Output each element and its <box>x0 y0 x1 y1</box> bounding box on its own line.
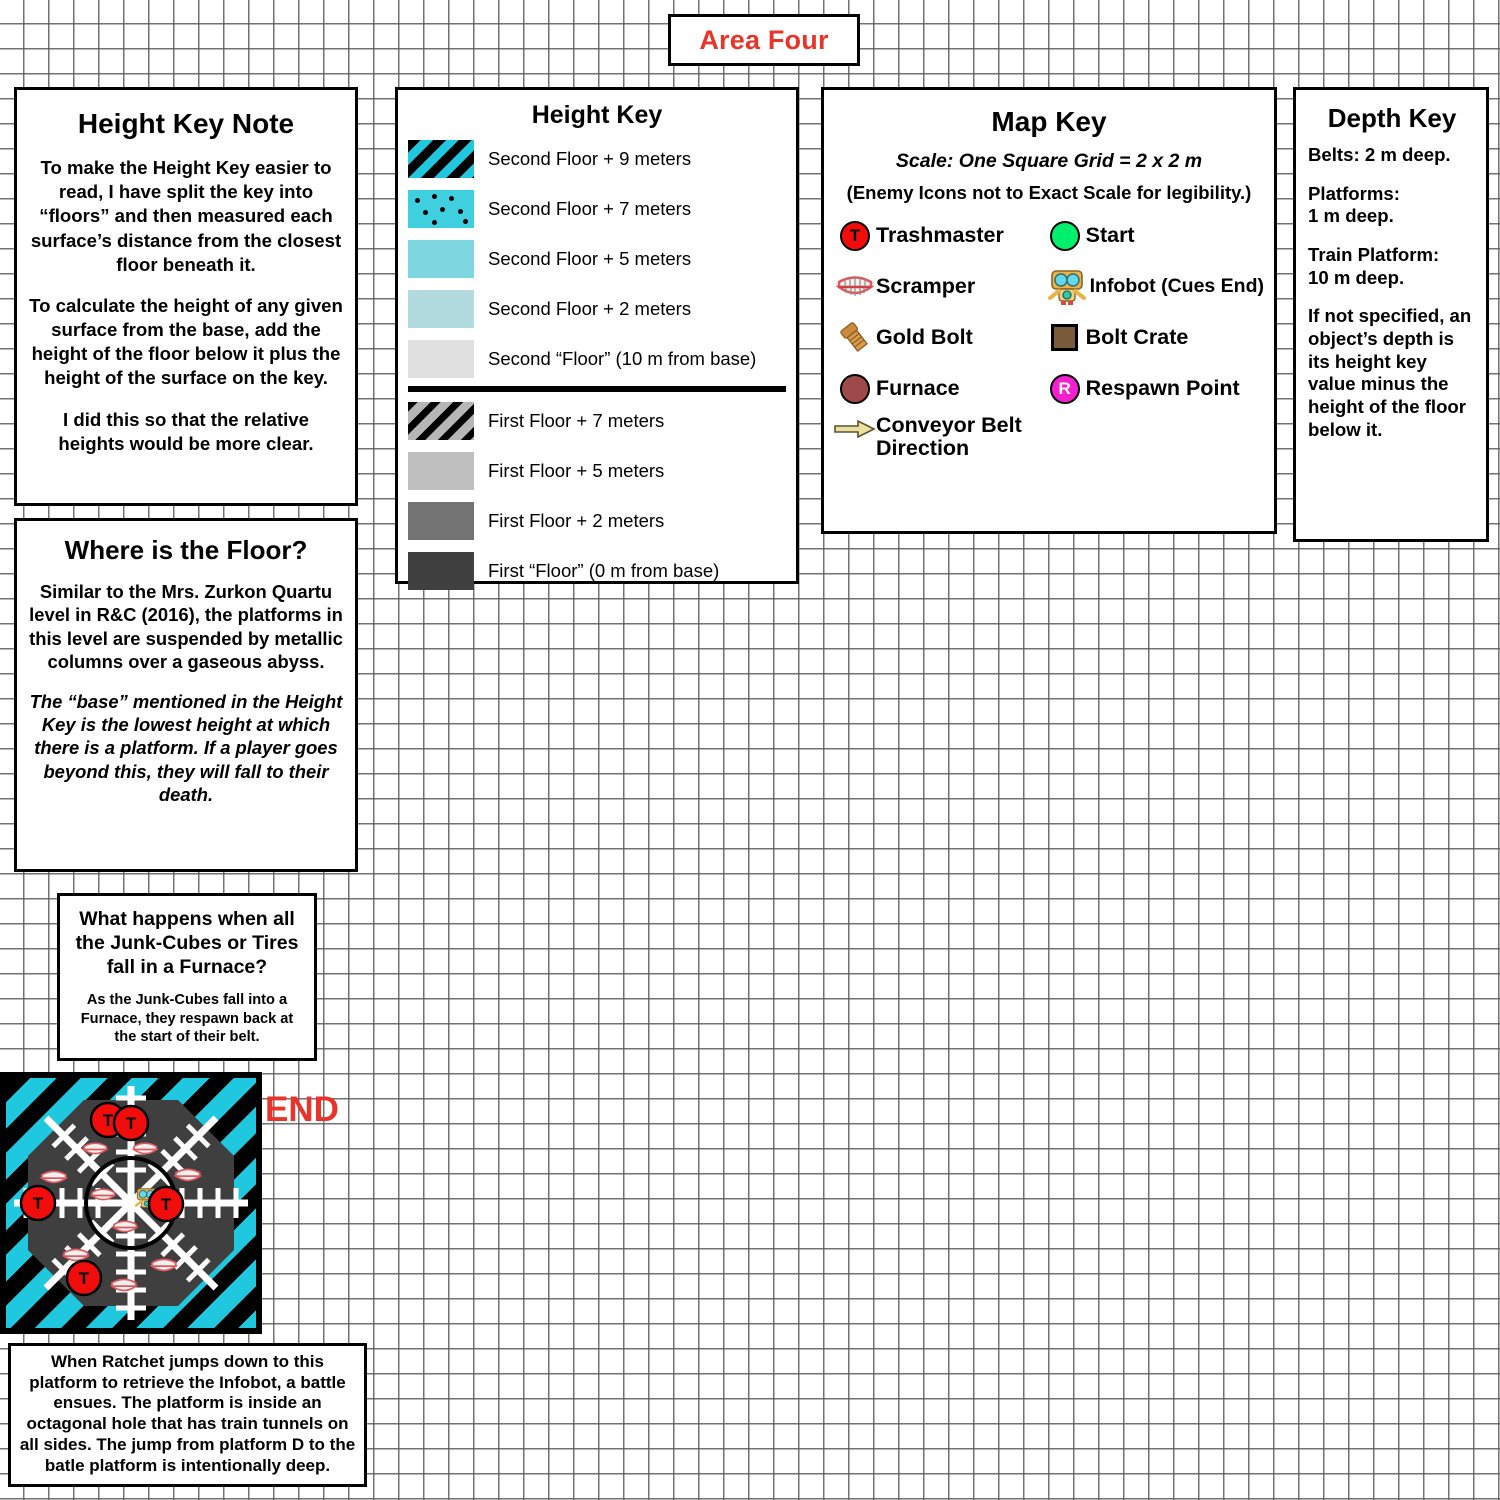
swatch-first-floor-base <box>408 552 474 590</box>
height-key-label: Second “Floor” (10 m from base) <box>488 348 757 369</box>
depth-key-line-belts: Belts: 2 m deep. <box>1308 144 1451 165</box>
map-key-item-label: Conveyor Belt Direction <box>876 413 1022 460</box>
height-key-label: First Floor + 2 meters <box>488 510 665 531</box>
map-key-item: R Respawn Point <box>1044 363 1264 414</box>
map-key-item-label: Trashmaster <box>876 223 1004 247</box>
swatch-first-floor-7 <box>408 402 474 440</box>
depth-key-line-platforms: Platforms: 1 m deep. <box>1308 182 1400 227</box>
height-key-label: First Floor + 5 meters <box>488 460 665 481</box>
height-key-row: First Floor + 5 meters <box>408 446 786 496</box>
height-key-note-paragraph-3: I did this so that the relative heights … <box>58 408 314 454</box>
height-key-row: Second Floor + 7 meters <box>408 184 786 234</box>
height-key-row: Second Floor + 2 meters <box>408 284 786 334</box>
swatch-second-floor-2 <box>408 290 474 328</box>
page-title: Area Four <box>699 24 829 55</box>
depth-key-line-train-platform: Train Platform: 10 m deep. <box>1308 244 1440 288</box>
battle-platform-caption-panel: When Ratchet jumps down to this platform… <box>8 1343 367 1487</box>
map-key-item-label: Bolt Crate <box>1085 325 1189 349</box>
map-key-item: Start <box>1044 210 1264 261</box>
svg-text:T: T <box>33 1194 44 1213</box>
height-key-label: First “Floor” (0 m from base) <box>488 560 720 581</box>
svg-text:T: T <box>79 1269 90 1288</box>
map-key-item-label: Furnace <box>876 376 960 400</box>
svg-text:T: T <box>126 1114 137 1133</box>
height-key-title: Height Key <box>531 101 663 129</box>
map-key-item: Scramper <box>834 261 1040 312</box>
map-key-item: Conveyor Belt Direction <box>834 414 1040 472</box>
swatch-second-floor-9 <box>408 140 474 178</box>
battle-platform-map-graphic: T T T T T <box>0 1072 262 1334</box>
map-key-item: Gold Bolt <box>834 312 1040 363</box>
depth-key-panel: Depth Key Belts: 2 m deep. Platforms: 1 … <box>1293 87 1489 542</box>
depth-key-line-default: If not specified, an object’s depth is i… <box>1308 305 1472 440</box>
where-is-the-floor-italic-paragraph: The “base” mentioned in the Height Key i… <box>29 690 343 806</box>
trashmaster-icon: T <box>834 215 876 257</box>
map-key-item: T Trashmaster <box>834 210 1040 261</box>
height-key-label: Second Floor + 2 meters <box>488 298 692 319</box>
svg-text:T: T <box>103 1111 114 1130</box>
scramper-teeth-icon <box>834 266 876 308</box>
height-key-label: Second Floor + 5 meters <box>488 248 692 269</box>
depth-key-title: Depth Key <box>1327 103 1457 133</box>
height-key-label: Second Floor + 7 meters <box>488 198 692 219</box>
map-key-item: Bolt Crate <box>1044 312 1264 363</box>
map-key-item-label: Start <box>1085 223 1135 247</box>
swatch-first-floor-5 <box>408 452 474 490</box>
height-key-row: Second “Floor” (10 m from base) <box>408 334 786 384</box>
area-title-box: Area Four <box>668 14 860 66</box>
swatch-second-floor-base <box>408 340 474 378</box>
map-key-scale: Scale: One Square Grid = 2 x 2 m <box>895 150 1203 172</box>
end-label: END <box>265 1090 339 1129</box>
map-key-item-label: Gold Bolt <box>876 325 973 349</box>
bolt-crate-icon <box>1044 317 1086 359</box>
where-is-the-floor-title: Where is the Floor? <box>64 535 308 565</box>
where-is-the-floor-panel: Where is the Floor? Similar to the Mrs. … <box>14 518 358 872</box>
map-key-item-label: Scramper <box>876 274 976 298</box>
height-key-row: Second Floor + 9 meters <box>408 134 786 184</box>
height-key-note-paragraph-2: To calculate the height of any given sur… <box>29 294 343 389</box>
height-key-label: First Floor + 7 meters <box>488 410 665 431</box>
map-key-title: Map Key <box>991 106 1107 137</box>
map-key-scale-note: (Enemy Icons not to Exact Scale for legi… <box>846 182 1252 203</box>
height-key-note-paragraph-1: To make the Height Key easier to read, I… <box>30 157 342 275</box>
map-key-panel: Map Key Scale: One Square Grid = 2 x 2 m… <box>821 87 1277 534</box>
height-key-row: First Floor + 7 meters <box>408 396 786 446</box>
swatch-second-floor-5 <box>408 240 474 278</box>
battle-platform-svg: T T T T T <box>14 1086 248 1320</box>
height-key-panel: Height Key Second Floor + 9 meters Secon… <box>395 87 799 590</box>
junk-cube-note-body: As the Junk-Cubes fall into a Furnace, t… <box>80 992 294 1046</box>
height-key-row: First Floor + 2 meters <box>408 496 786 546</box>
trashmaster-icon-glyph: T <box>849 225 861 245</box>
swatch-second-floor-7 <box>408 190 474 228</box>
infobot-icon <box>1044 266 1090 308</box>
respawn-point-icon: R <box>1044 368 1086 410</box>
start-icon <box>1044 215 1086 257</box>
junk-cube-note-panel: What happens when all the Junk-Cubes or … <box>57 893 317 1061</box>
height-key-row: First “Floor” (0 m from base) <box>408 546 786 596</box>
gold-bolt-icon <box>834 317 876 359</box>
height-key-divider <box>408 386 786 392</box>
map-key-item: Furnace <box>834 363 1040 414</box>
height-key-note-panel: Height Key Note To make the Height Key e… <box>14 87 358 506</box>
height-key-label: Second Floor + 9 meters <box>488 148 692 169</box>
swatch-first-floor-2 <box>408 502 474 540</box>
height-key-row: Second Floor + 5 meters <box>408 234 786 284</box>
where-is-the-floor-paragraph: Similar to the Mrs. Zurkon Quartu level … <box>29 581 343 673</box>
respawn-point-icon-glyph: R <box>1058 378 1071 398</box>
map-key-item: Infobot (Cues End) <box>1044 261 1264 312</box>
conveyor-arrow-icon <box>834 414 876 444</box>
map-key-item-label: Infobot (Cues End) <box>1089 275 1264 297</box>
height-key-note-title: Height Key Note <box>77 108 295 139</box>
furnace-icon <box>834 368 876 410</box>
battle-platform-caption-text: When Ratchet jumps down to this platform… <box>19 1352 356 1475</box>
svg-text:T: T <box>161 1195 172 1214</box>
map-key-item-label: Respawn Point <box>1085 376 1240 400</box>
junk-cube-note-title: What happens when all the Junk-Cubes or … <box>75 908 299 978</box>
